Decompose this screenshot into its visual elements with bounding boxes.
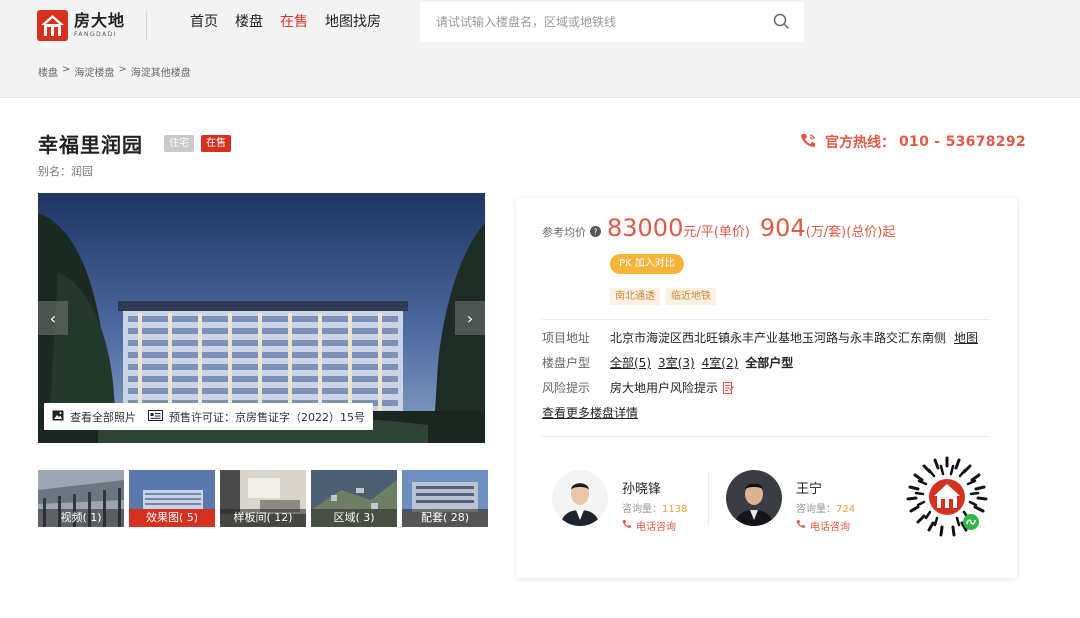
agent-card[interactable]: 王宁 咨询量：724 电话咨询 — [726, 470, 855, 533]
project-alias: 别名：润园 — [38, 165, 93, 178]
consult-count-label: 咨询量： — [622, 504, 662, 515]
mini-program-qr-code[interactable] — [904, 454, 990, 540]
thumb-model-room[interactable]: 样板间( 12) — [220, 470, 306, 527]
thumb-renderings[interactable]: 效果图( 5) — [129, 470, 215, 527]
consult-count-value: 724 — [836, 504, 856, 515]
presale-permit-label: 预售许可证：京房售证字（2022）15号 — [169, 410, 365, 424]
price-label: 参考均价 — [542, 226, 586, 239]
nav-on-sale[interactable]: 在售 — [280, 13, 308, 31]
search-icon[interactable] — [773, 13, 790, 34]
feature-tag: 临近地铁 — [666, 288, 716, 305]
unit-price-suffix: 元/平(单价) — [683, 225, 750, 240]
phone-icon — [800, 133, 817, 152]
phone-icon — [622, 519, 632, 532]
phone-icon — [796, 519, 806, 532]
avatar — [552, 470, 608, 526]
agent-consult-count: 咨询量：724 — [796, 500, 855, 515]
breadcrumb-haidian-other[interactable]: 海淀其他楼盘 — [131, 64, 191, 79]
unit-type-all[interactable]: 全部(5) — [610, 354, 651, 371]
agent-phone-consult[interactable]: 电话咨询 — [796, 518, 855, 533]
main-nav: 首页 楼盘 在售 地图找房 — [190, 13, 398, 31]
search-input[interactable] — [436, 13, 756, 31]
all-unit-types-link[interactable]: 全部户型 — [745, 354, 793, 371]
map-link[interactable]: 地图 — [954, 329, 978, 346]
thumb-video-label: 视频( 1) — [38, 509, 124, 527]
gallery-prev-button[interactable]: ‹ — [38, 301, 68, 335]
total-price: 904 — [759, 214, 806, 242]
add-to-compare-button[interactable]: PK 加入对比 — [610, 254, 684, 274]
more-details-link[interactable]: 查看更多楼盘详情 — [542, 404, 638, 421]
header-divider — [146, 11, 147, 41]
agent-consult-count: 咨询量：1138 — [622, 500, 687, 515]
price-row: 参考均价 ? 83000 元/平(单价) 904 (万/套)(总价)起 — [542, 214, 905, 242]
logo-cn: 房大地 — [74, 11, 126, 30]
thumb-facilities-label: 配套( 28) — [402, 509, 488, 527]
agent-name: 孙晓锋 — [622, 482, 662, 497]
thumb-video[interactable]: 视频( 1) — [38, 470, 124, 527]
thumb-area-label: 区域( 3) — [311, 509, 397, 527]
nav-home[interactable]: 首页 — [190, 13, 218, 31]
hotline-label: 官方热线： — [825, 135, 895, 151]
unit-types-key: 楼盘户型 — [542, 356, 591, 370]
thumb-area[interactable]: 区域( 3) — [311, 470, 397, 527]
project-info-panel: 参考均价 ? 83000 元/平(单价) 904 (万/套)(总价)起 PK 加… — [516, 198, 1017, 578]
svg-text:?: ? — [593, 228, 597, 237]
unit-type-4br[interactable]: 4室(2) — [702, 354, 739, 371]
unit-price: 83000 — [607, 214, 684, 242]
nav-projects[interactable]: 楼盘 — [235, 13, 263, 31]
search-box — [420, 2, 804, 42]
divider — [542, 436, 990, 437]
breadcrumb-projects[interactable]: 楼盘 — [38, 64, 58, 79]
presale-permit-button[interactable]: 预售许可证：京房售证字（2022）15号 — [140, 403, 373, 430]
breadcrumb: 楼盘 > 海淀楼盘 > 海淀其他楼盘 — [38, 64, 191, 79]
top-header: 房大地 FANGDADI 首页 楼盘 在售 地图找房 楼盘 > 海淀楼盘 > 海… — [0, 0, 1080, 98]
agent-card[interactable]: 孙晓锋 咨询量：1138 电话咨询 — [552, 470, 687, 533]
agent-phone-consult[interactable]: 电话咨询 — [622, 518, 687, 533]
agent-divider — [708, 472, 709, 526]
consult-count-label: 咨询量： — [796, 504, 836, 515]
breadcrumb-haidian[interactable]: 海淀楼盘 — [74, 64, 114, 79]
phone-consult-label: 电话咨询 — [810, 522, 850, 533]
agent-name: 王宁 — [796, 482, 823, 497]
unit-type-3br[interactable]: 3室(3) — [658, 354, 695, 371]
thumb-renderings-label: 效果图( 5) — [129, 509, 215, 527]
license-card-icon — [148, 409, 163, 424]
address-value: 北京市海淀区西北旺镇永丰产业基地玉河路与永丰路交汇东南侧 — [610, 331, 947, 345]
document-icon[interactable] — [723, 381, 734, 394]
gallery-next-button[interactable]: › — [455, 301, 485, 335]
unit-types-row: 楼盘户型 全部(5) 3室(3) 4室(2) 全部户型 — [542, 354, 793, 371]
consult-count-value: 1138 — [662, 504, 688, 515]
hotline-number: 010 - 53678292 — [899, 134, 1026, 150]
site-logo[interactable]: 房大地 FANGDADI — [37, 10, 125, 41]
help-icon[interactable]: ? — [590, 222, 601, 241]
phone-consult-label: 电话咨询 — [636, 522, 676, 533]
thumb-model-room-label: 样板间( 12) — [220, 509, 306, 527]
breadcrumb-separator: > — [62, 64, 71, 75]
logo-house-icon — [37, 10, 68, 41]
address-row: 项目地址 北京市海淀区西北旺镇永丰产业基地玉河路与永丰路交汇东南侧 地图 — [542, 329, 978, 346]
image-icon — [52, 410, 64, 424]
nav-map-search[interactable]: 地图找房 — [325, 13, 381, 31]
page-title: 幸福里润园 — [38, 133, 143, 157]
risk-key: 风险提示 — [542, 381, 591, 395]
total-price-suffix: (万/套)(总价)起 — [805, 225, 896, 240]
tag-on-sale: 在售 — [201, 135, 231, 152]
avatar — [726, 470, 782, 526]
official-hotline[interactable]: 官方热线： 010 - 53678292 — [800, 132, 1026, 152]
feature-tags: 南北通透 临近地铁 — [610, 288, 716, 305]
logo-en: FANGDADI — [74, 31, 118, 38]
feature-tag: 南北通透 — [610, 288, 660, 305]
gallery-thumbnails: 视频( 1) 效果图( 5) 样板间( 12) 区域( 3) 配套(28) — [38, 470, 488, 527]
view-all-photos-button[interactable]: 查看全部照片 — [44, 403, 144, 430]
thumb-facilities[interactable]: 配套( 28) — [402, 470, 488, 527]
tag-residential: 住宅 — [164, 135, 194, 152]
risk-row: 风险提示 房大地用户风险提示 — [542, 379, 734, 396]
breadcrumb-separator: > — [118, 64, 127, 75]
divider — [542, 319, 990, 320]
main-rendering-image[interactable]: ‹ › 查看全部照片 预售许可证：京房售证字（2022）15号 — [38, 193, 485, 443]
view-all-photos-label: 查看全部照片 — [70, 410, 136, 424]
address-key: 项目地址 — [542, 331, 591, 345]
risk-value[interactable]: 房大地用户风险提示 — [610, 379, 718, 396]
